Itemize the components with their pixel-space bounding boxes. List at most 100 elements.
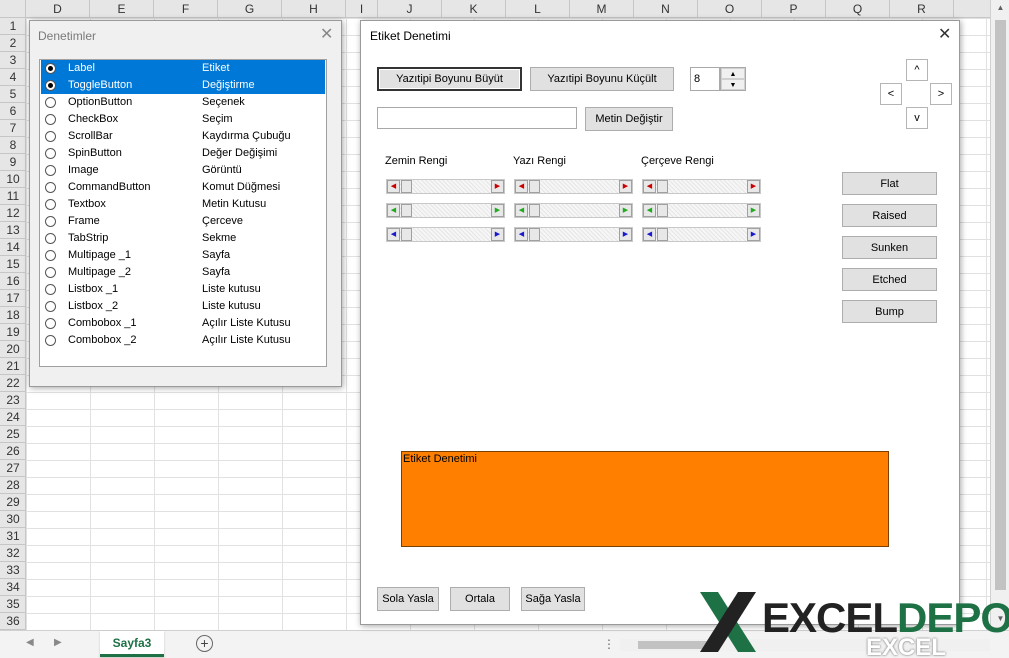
column-header[interactable]: N	[634, 0, 698, 18]
list-item[interactable]: CommandButton Komut Düğmesi	[41, 179, 325, 196]
column-header[interactable]: E	[90, 0, 154, 18]
scroll-left-icon[interactable]: ◀	[515, 228, 528, 241]
scroll-right-icon[interactable]: ▶	[619, 204, 632, 217]
row-header[interactable]: 27	[0, 460, 26, 477]
scroll-up-icon[interactable]: ▲	[995, 3, 1006, 15]
radio-icon[interactable]	[45, 165, 56, 176]
align-right-button[interactable]: Sağa Yasla	[521, 587, 585, 611]
font-size-spinner[interactable]: ▲ ▼	[720, 67, 746, 91]
style-raised-button[interactable]: Raised	[842, 204, 937, 227]
radio-icon[interactable]	[45, 301, 56, 312]
row-header[interactable]: 21	[0, 358, 26, 375]
add-sheet-icon[interactable]: +	[196, 635, 213, 652]
row-header[interactable]: 28	[0, 477, 26, 494]
row-header[interactable]: 13	[0, 222, 26, 239]
scroll-right-icon[interactable]: ▶	[619, 228, 632, 241]
label-text-input[interactable]	[377, 107, 577, 129]
color-scrollbar[interactable]: ◀ ▶	[386, 179, 505, 194]
column-header[interactable]: D	[26, 0, 90, 18]
align-left-button[interactable]: Sola Yasla	[377, 587, 439, 611]
row-header[interactable]: 4	[0, 69, 26, 86]
list-item[interactable]: SpinButton Değer Değişimi	[41, 145, 325, 162]
list-item[interactable]: ToggleButton Değiştirme	[41, 77, 325, 94]
list-item[interactable]: Listbox _2 Liste kutusu	[41, 298, 325, 315]
font-up-button[interactable]: Yazıtipi Boyunu Büyüt	[377, 67, 522, 91]
row-header[interactable]: 15	[0, 256, 26, 273]
column-header[interactable]: R	[890, 0, 954, 18]
row-header[interactable]: 16	[0, 273, 26, 290]
row-header[interactable]: 2	[0, 35, 26, 52]
tab-next-icon[interactable]: ▶	[54, 637, 62, 648]
row-header[interactable]: 24	[0, 409, 26, 426]
move-up-button[interactable]: ^	[906, 59, 928, 81]
color-scrollbar[interactable]: ◀ ▶	[386, 227, 505, 242]
list-item[interactable]: OptionButton Seçenek	[41, 94, 325, 111]
style-bump-button[interactable]: Bump	[842, 300, 937, 323]
move-down-button[interactable]: v	[906, 107, 928, 129]
tab-prev-icon[interactable]: ◀	[26, 637, 34, 648]
row-header[interactable]: 11	[0, 188, 26, 205]
scroll-thumb[interactable]	[657, 228, 668, 241]
color-scrollbar[interactable]: ◀ ▶	[514, 179, 633, 194]
color-scrollbar[interactable]: ◀ ▶	[642, 203, 761, 218]
row-header[interactable]: 3	[0, 52, 26, 69]
scroll-left-icon[interactable]: ◀	[387, 228, 400, 241]
row-header[interactable]: 26	[0, 443, 26, 460]
scroll-left-icon[interactable]: ◀	[643, 204, 656, 217]
scroll-thumb[interactable]	[529, 180, 540, 193]
scroll-left-icon[interactable]: ◀	[515, 204, 528, 217]
list-item[interactable]: Combobox _1 Açılır Liste Kutusu	[41, 315, 325, 332]
radio-icon[interactable]	[45, 318, 56, 329]
scroll-left-icon[interactable]: ◀	[387, 180, 400, 193]
radio-icon[interactable]	[45, 250, 56, 261]
scroll-right-icon[interactable]: ▶	[747, 228, 760, 241]
color-scrollbar[interactable]: ◀ ▶	[386, 203, 505, 218]
vertical-scrollbar[interactable]: ▲ ▼	[990, 0, 1009, 630]
list-item[interactable]: Listbox _1 Liste kutusu	[41, 281, 325, 298]
column-header[interactable]: J	[378, 0, 442, 18]
scroll-thumb[interactable]	[657, 204, 668, 217]
color-scrollbar[interactable]: ◀ ▶	[642, 179, 761, 194]
row-header[interactable]: 33	[0, 562, 26, 579]
row-header[interactable]: 32	[0, 545, 26, 562]
row-header[interactable]: 5	[0, 86, 26, 103]
column-header[interactable]: L	[506, 0, 570, 18]
row-header[interactable]: 7	[0, 120, 26, 137]
list-item[interactable]: Combobox _2 Açılır Liste Kutusu	[41, 332, 325, 349]
row-header[interactable]: 8	[0, 137, 26, 154]
column-header[interactable]: I	[346, 0, 378, 18]
scroll-right-icon[interactable]: ▶	[491, 228, 504, 241]
column-header[interactable]: H	[282, 0, 346, 18]
row-header[interactable]: 14	[0, 239, 26, 256]
scroll-thumb[interactable]	[529, 228, 540, 241]
scroll-thumb[interactable]	[529, 204, 540, 217]
scroll-right-icon[interactable]: ▶	[747, 204, 760, 217]
row-header[interactable]: 25	[0, 426, 26, 443]
font-size-field[interactable]: 8	[690, 67, 720, 91]
move-left-button[interactable]: <	[880, 83, 902, 105]
row-header[interactable]: 17	[0, 290, 26, 307]
radio-icon[interactable]	[45, 284, 56, 295]
row-header[interactable]: 23	[0, 392, 26, 409]
row-header[interactable]: 30	[0, 511, 26, 528]
radio-icon[interactable]	[45, 233, 56, 244]
radio-icon[interactable]	[45, 182, 56, 193]
scroll-left-icon[interactable]: ◀	[643, 180, 656, 193]
radio-icon[interactable]	[45, 63, 56, 74]
controls-list[interactable]: Label Etiket ToggleButton Değiştirme OptionB…	[39, 59, 327, 367]
column-header[interactable]: F	[154, 0, 218, 18]
color-scrollbar[interactable]: ◀ ▶	[642, 227, 761, 242]
denetimler-close-icon[interactable]: ✕	[320, 27, 333, 43]
scroll-right-icon[interactable]: ▶	[747, 180, 760, 193]
color-scrollbar[interactable]: ◀ ▶	[514, 227, 633, 242]
scroll-right-icon[interactable]: ▶	[619, 180, 632, 193]
column-header[interactable]: M	[570, 0, 634, 18]
spin-up-icon[interactable]: ▲	[721, 68, 745, 79]
list-item[interactable]: Textbox Metin Kutusu	[41, 196, 325, 213]
row-header[interactable]: 35	[0, 596, 26, 613]
etiket-close-icon[interactable]: ✕	[938, 27, 951, 43]
radio-icon[interactable]	[45, 216, 56, 227]
list-item[interactable]: TabStrip Sekme	[41, 230, 325, 247]
style-sunken-button[interactable]: Sunken	[842, 236, 937, 259]
row-header[interactable]: 9	[0, 154, 26, 171]
